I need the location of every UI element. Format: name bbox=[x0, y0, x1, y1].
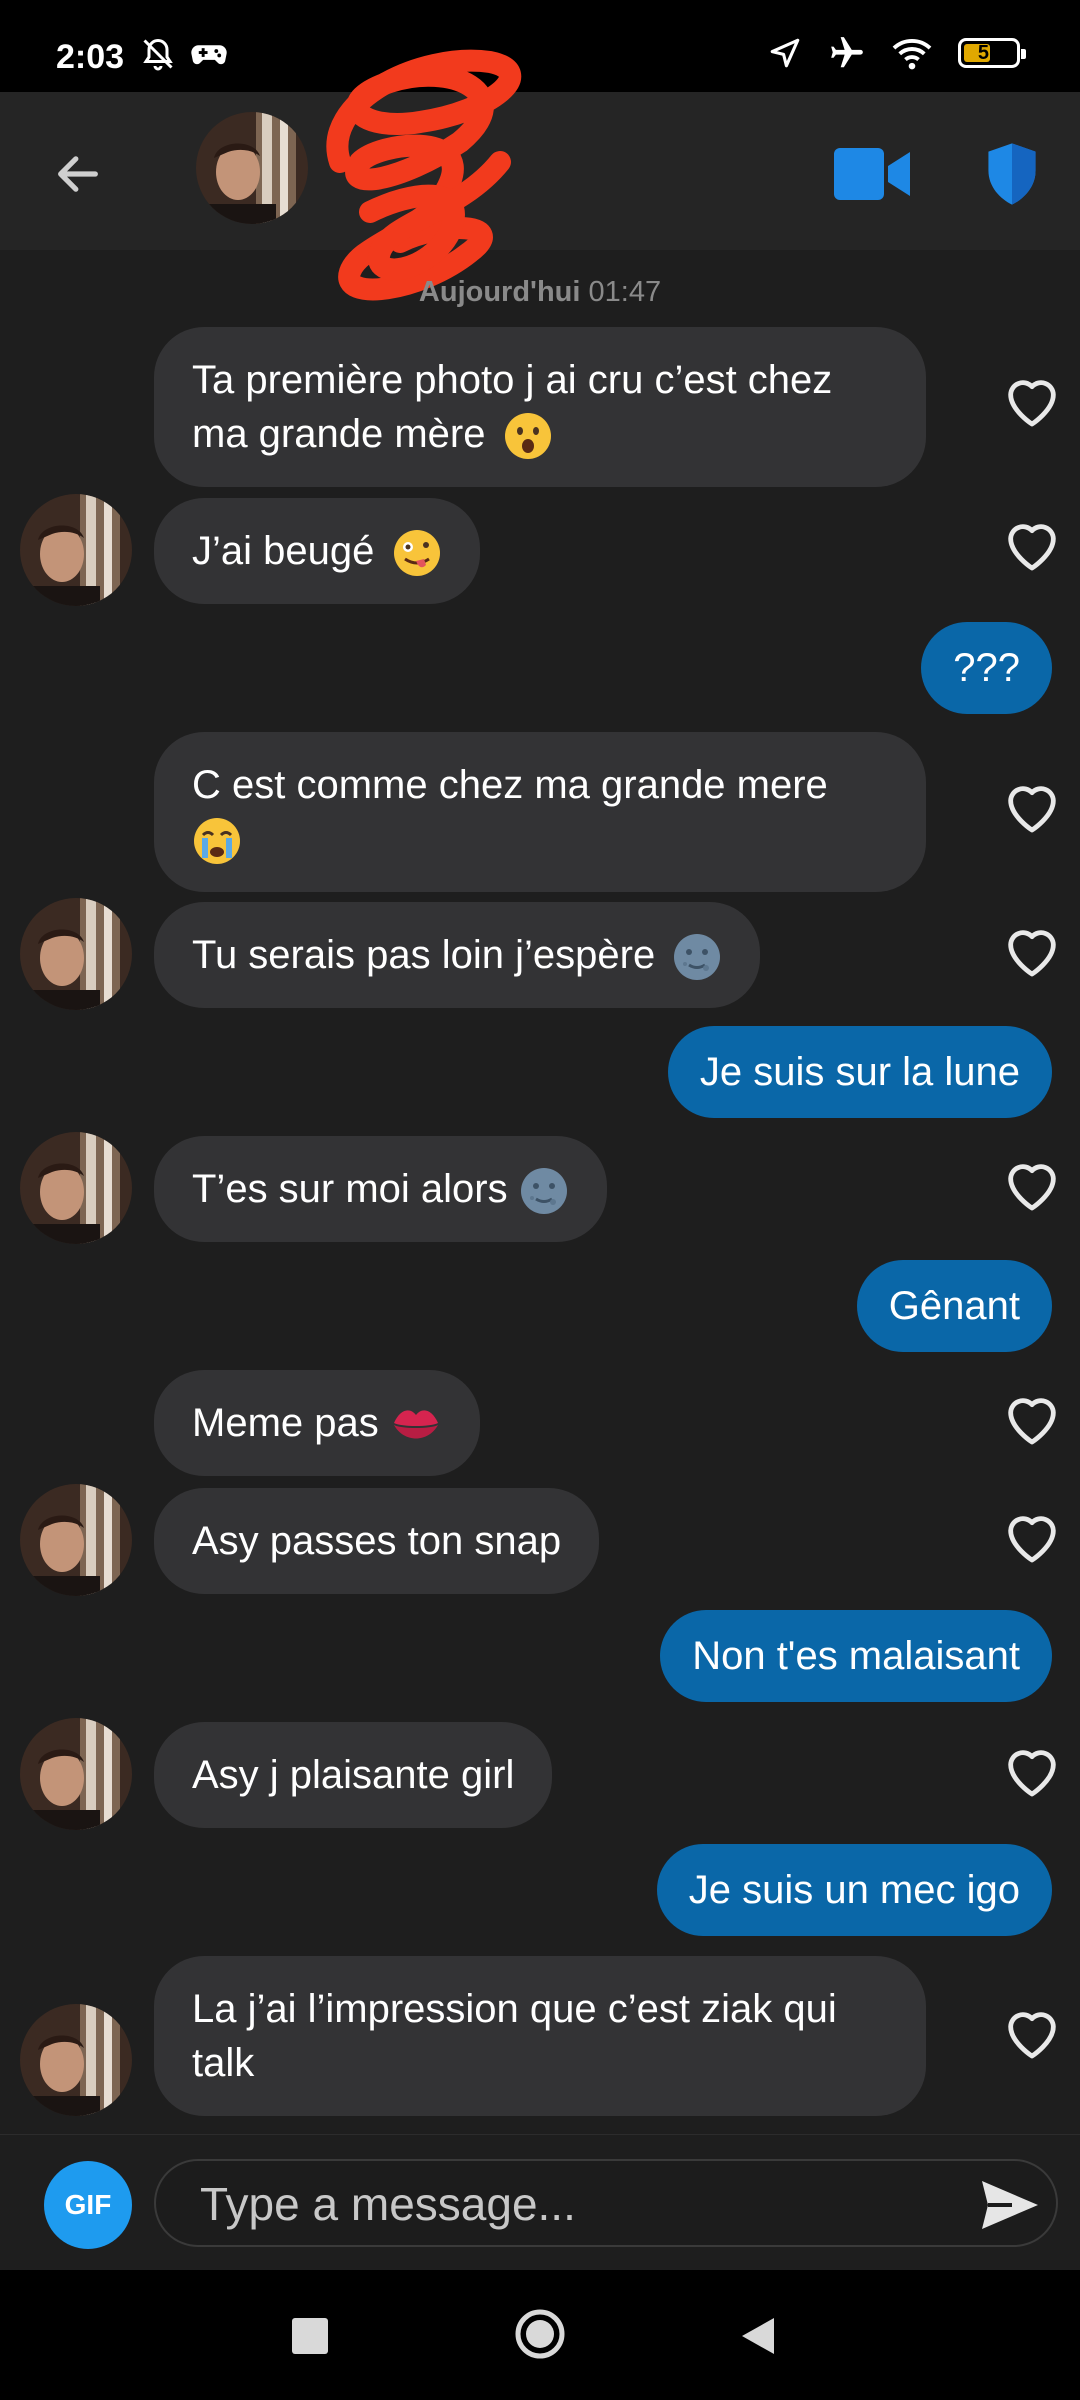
heart-like-icon[interactable] bbox=[1000, 1504, 1064, 1568]
home-circle-icon[interactable] bbox=[514, 2308, 566, 2360]
recents-square-icon[interactable] bbox=[292, 2318, 328, 2354]
incoming-message[interactable]: J’ai beugé bbox=[154, 498, 480, 605]
contact-avatar-small[interactable] bbox=[20, 1718, 132, 1830]
bell-off-icon bbox=[143, 38, 173, 71]
incoming-message[interactable]: Tu serais pas loin j’espère bbox=[154, 902, 761, 1009]
incoming-message[interactable]: Asy j plaisante girl bbox=[154, 1722, 553, 1828]
redaction-scribble bbox=[326, 49, 521, 301]
safety-shield-button[interactable] bbox=[970, 132, 1054, 216]
message-text: La j’ai l’impression que c’est ziak qui … bbox=[192, 1987, 837, 2085]
message-text: Gênant bbox=[888, 1284, 1020, 1328]
kiss-mark-emoji bbox=[393, 1410, 438, 1439]
back-triangle-icon[interactable] bbox=[738, 2314, 778, 2358]
new-moon-face-emoji bbox=[520, 1168, 567, 1215]
heart-like-icon[interactable] bbox=[1000, 918, 1064, 982]
date-separator: Aujourd'hui 01:47 bbox=[0, 276, 1080, 309]
message-text: Je suis sur la lune bbox=[699, 1050, 1020, 1094]
gif-button[interactable]: GIF bbox=[44, 2161, 132, 2249]
heart-like-icon[interactable] bbox=[1000, 1152, 1064, 1216]
heart-like-icon[interactable] bbox=[1000, 1738, 1064, 1802]
zany-face-emoji bbox=[393, 530, 440, 577]
heart-like-icon[interactable] bbox=[1000, 2000, 1064, 2064]
message-text: C est comme chez ma grande mere bbox=[192, 763, 828, 807]
message-text: Asy passes ton snap bbox=[192, 1519, 562, 1563]
contact-avatar-small[interactable] bbox=[20, 1484, 132, 1596]
airplane-icon bbox=[831, 37, 863, 68]
message-text: ??? bbox=[953, 646, 1020, 690]
message-text: Asy j plaisante girl bbox=[192, 1753, 515, 1797]
video-call-button[interactable] bbox=[830, 132, 914, 216]
heart-like-icon[interactable] bbox=[1000, 1386, 1064, 1450]
contact-avatar-small[interactable] bbox=[20, 1132, 132, 1244]
outgoing-message[interactable]: ??? bbox=[921, 622, 1052, 714]
message-composer: GIF bbox=[0, 2134, 1080, 2271]
location-arrow-icon bbox=[770, 38, 800, 68]
heart-like-icon[interactable] bbox=[1000, 368, 1064, 432]
send-icon bbox=[982, 2181, 1038, 2229]
back-button[interactable] bbox=[40, 136, 116, 212]
wifi-icon bbox=[892, 38, 932, 70]
message-text: Non t'es malaisant bbox=[692, 1634, 1020, 1678]
status-time: 2:03 bbox=[56, 38, 125, 76]
battery-level: 51 bbox=[977, 42, 1001, 64]
incoming-message[interactable]: Asy passes ton snap bbox=[154, 1488, 600, 1594]
message-text: J’ai beugé bbox=[192, 529, 375, 573]
incoming-message[interactable]: Meme pas bbox=[154, 1370, 480, 1476]
message-text: Je suis un mec igo bbox=[688, 1868, 1020, 1912]
incoming-message[interactable]: T’es sur moi alors bbox=[154, 1136, 607, 1243]
contact-avatar[interactable] bbox=[196, 112, 308, 224]
heart-like-icon[interactable] bbox=[1000, 774, 1064, 838]
contact-avatar-small[interactable] bbox=[20, 494, 132, 606]
game-controller-icon bbox=[191, 45, 227, 65]
incoming-message[interactable]: Ta première photo j ai cru c’est chez ma… bbox=[154, 327, 926, 488]
incoming-message[interactable]: La j’ai l’impression que c’est ziak qui … bbox=[154, 1956, 926, 2116]
back-arrow-icon bbox=[58, 156, 98, 192]
outgoing-message[interactable]: Je suis sur la lune bbox=[667, 1026, 1052, 1118]
crying-face-emoji bbox=[194, 818, 240, 865]
video-camera-icon bbox=[834, 148, 910, 200]
system-navigation-bar bbox=[0, 2270, 1080, 2400]
heart-like-icon[interactable] bbox=[1000, 512, 1064, 576]
send-button[interactable] bbox=[980, 2177, 1040, 2233]
contact-avatar-small[interactable] bbox=[20, 2004, 132, 2116]
shield-icon bbox=[988, 143, 1036, 205]
message-text: Meme pas bbox=[192, 1401, 379, 1445]
incoming-message[interactable]: C est comme chez ma grande mere bbox=[154, 732, 926, 893]
astonished-face-emoji bbox=[504, 413, 551, 460]
date-separator-time: 01:47 bbox=[588, 276, 662, 308]
date-separator-day: Aujourd'hui bbox=[418, 276, 581, 308]
new-moon-face-emoji bbox=[674, 934, 721, 981]
contact-avatar-small[interactable] bbox=[20, 898, 132, 1010]
outgoing-message[interactable]: Je suis un mec igo bbox=[656, 1844, 1052, 1936]
message-text: Tu serais pas loin j’espère bbox=[192, 933, 656, 977]
message-text: T’es sur moi alors bbox=[192, 1167, 508, 1211]
message-input[interactable] bbox=[198, 2171, 962, 2237]
battery-icon: 51 bbox=[958, 38, 1026, 68]
chat-header bbox=[0, 49, 1080, 301]
message-input-container[interactable] bbox=[154, 2159, 1058, 2247]
outgoing-message[interactable]: Gênant bbox=[856, 1260, 1052, 1352]
outgoing-message[interactable]: Non t'es malaisant bbox=[660, 1610, 1052, 1702]
